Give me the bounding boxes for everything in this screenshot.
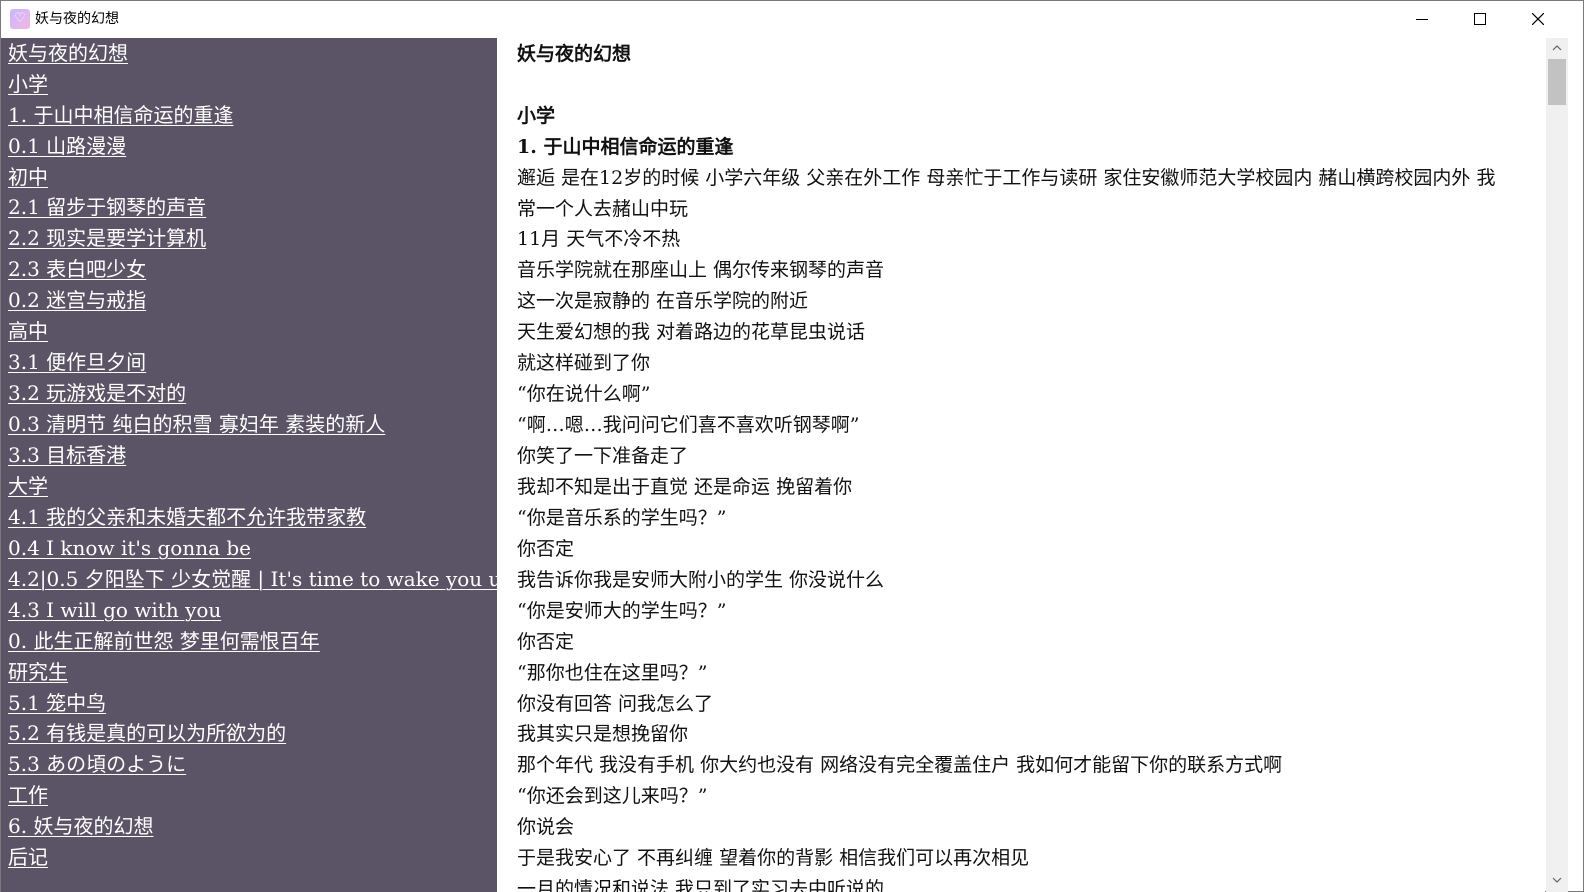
toc-link[interactable]: 0. 此生正解前世怨 梦里何需恨百年 <box>8 628 320 656</box>
minimize-button[interactable] <box>1393 1 1451 38</box>
paragraph-line: 就这样碰到了你 <box>517 352 651 374</box>
paragraph-line: “你是安师大的学生吗？” <box>517 600 727 622</box>
scroll-up-button[interactable] <box>1546 38 1568 58</box>
section-heading: 小学 <box>517 105 556 127</box>
paragraph-line: “你是音乐系的学生吗？” <box>517 507 727 529</box>
toc-link[interactable]: 4.1 我的父亲和未婚夫都不允许我带家教 <box>8 504 366 532</box>
toc-link[interactable]: 1. 于山中相信命运的重逢 <box>8 102 233 130</box>
toc-link[interactable]: 3.2 玩游戏是不对的 <box>8 380 186 408</box>
paragraph-line: 天生爱幻想的我 对着路边的花草昆虫说话 <box>517 321 866 343</box>
app-window: ♡ 妖与夜的幻想 妖与夜的幻想 小学 1. 于山中相信命运的重逢 0.1 山路漫… <box>0 0 1584 892</box>
toc-link[interactable]: 0.3 清明节 纯白的积雪 寡妇年 素装的新人 <box>8 411 385 439</box>
paragraph-line: “那你也住在这里吗？” <box>517 662 708 684</box>
toc-link[interactable]: 0.2 迷宫与戒指 <box>8 287 146 315</box>
toc-link[interactable]: 后记 <box>8 844 48 872</box>
toc-link[interactable]: 4.3 I will go with you <box>8 597 221 625</box>
toc-link[interactable]: 小学 <box>8 71 48 99</box>
toc-link[interactable]: 5.2 有钱是真的可以为所欲为的 <box>8 720 286 748</box>
paragraph-line: 你否定 <box>517 538 575 560</box>
paragraph-line: 一月的情况和说法 我只到了实习去中听说的 <box>517 878 885 892</box>
toc-link[interactable]: 2.2 现实是要学计算机 <box>8 225 206 253</box>
toc-link[interactable]: 4.2|0.5 夕阳坠下 少女觉醒 | It's time to wake yo… <box>8 566 497 594</box>
paragraph-line: “你还会到这儿来吗？” <box>517 785 708 807</box>
toc-link[interactable]: 研究生 <box>8 659 68 687</box>
paragraph-line: “你在说什么啊” <box>517 383 651 405</box>
table-of-contents: 妖与夜的幻想 小学 1. 于山中相信命运的重逢 0.1 山路漫漫 初中 2.1 … <box>1 38 497 892</box>
toc-link[interactable]: 3.1 便作旦夕间 <box>8 349 146 377</box>
paragraph-line: 你说会 <box>517 816 575 838</box>
maximize-icon <box>1474 13 1486 25</box>
scroll-down-button[interactable] <box>1546 870 1568 890</box>
toc-link[interactable]: 妖与夜的幻想 <box>8 40 128 68</box>
paragraph-line: 你否定 <box>517 631 575 653</box>
toc-link[interactable]: 工作 <box>8 782 48 810</box>
paragraph-line: 11月 天气不冷不热 <box>517 228 681 250</box>
paragraph-line: 常一个人去赭山中玩 <box>517 198 689 220</box>
paragraph-line: 你没有回答 问我怎么了 <box>517 693 714 715</box>
close-button[interactable] <box>1509 1 1567 38</box>
toc-link[interactable]: 初中 <box>8 164 48 192</box>
paragraph-line: 你笑了一下准备走了 <box>517 445 689 467</box>
heart-icon: ♡ <box>10 9 30 29</box>
title-bar[interactable]: ♡ 妖与夜的幻想 <box>1 1 1583 38</box>
paragraph-line: 于是我安心了 不再纠缠 望着你的背影 相信我们可以再次相见 <box>517 847 1030 869</box>
toc-link[interactable]: 高中 <box>8 318 48 346</box>
toc-link[interactable]: 3.3 目标香港 <box>8 442 126 470</box>
chevron-up-icon <box>1552 45 1562 51</box>
paragraph-line: 音乐学院就在那座山上 偶尔传来钢琴的声音 <box>517 259 885 281</box>
paragraph-line: 邂逅 是在12岁的时候 小学六年级 父亲在外工作 母亲忙于工作与读研 家住安徽师… <box>517 167 1496 189</box>
toc-link[interactable]: 6. 妖与夜的幻想 <box>8 813 153 841</box>
toc-link[interactable]: 0.1 山路漫漫 <box>8 133 126 161</box>
paragraph-line: 我却不知是出于直觉 还是命运 挽留着你 <box>517 476 853 498</box>
chevron-down-icon <box>1552 877 1562 883</box>
chapter-heading: 1. 于山中相信命运的重逢 <box>517 136 734 158</box>
toc-link[interactable]: 大学 <box>8 473 48 501</box>
paragraph-line: 我其实只是想挽留你 <box>517 723 689 745</box>
toc-link[interactable]: 5.3 あの頃のように <box>8 751 186 779</box>
vertical-scrollbar[interactable] <box>1546 38 1568 892</box>
window-title: 妖与夜的幻想 <box>35 11 119 27</box>
maximize-button[interactable] <box>1451 1 1509 38</box>
close-icon <box>1532 13 1544 25</box>
reading-pane[interactable]: 妖与夜的幻想 小学 1. 于山中相信命运的重逢 邂逅 是在12岁的时候 小学六年… <box>497 38 1545 892</box>
paragraph-line: 我告诉你我是安师大附小的学生 你没说什么 <box>517 569 885 591</box>
toc-link[interactable]: 2.3 表白吧少女 <box>8 256 146 284</box>
minimize-icon <box>1416 19 1428 20</box>
paragraph-line: “啊…嗯…我问问它们喜不喜欢听钢琴啊” <box>517 414 860 436</box>
toc-link[interactable]: 2.1 留步于钢琴的声音 <box>8 194 206 222</box>
toc-link[interactable]: 5.1 笼中鸟 <box>8 690 106 718</box>
toc-link[interactable]: 0.4 I know it's gonna be <box>8 535 251 563</box>
paragraph-line: 那个年代 我没有手机 你大约也没有 网络没有完全覆盖住户 我如何才能留下你的联系… <box>517 754 1283 776</box>
paragraph-line: 这一次是寂静的 在音乐学院的附近 <box>517 290 809 312</box>
book-title: 妖与夜的幻想 <box>517 43 632 65</box>
scroll-thumb[interactable] <box>1548 59 1566 105</box>
